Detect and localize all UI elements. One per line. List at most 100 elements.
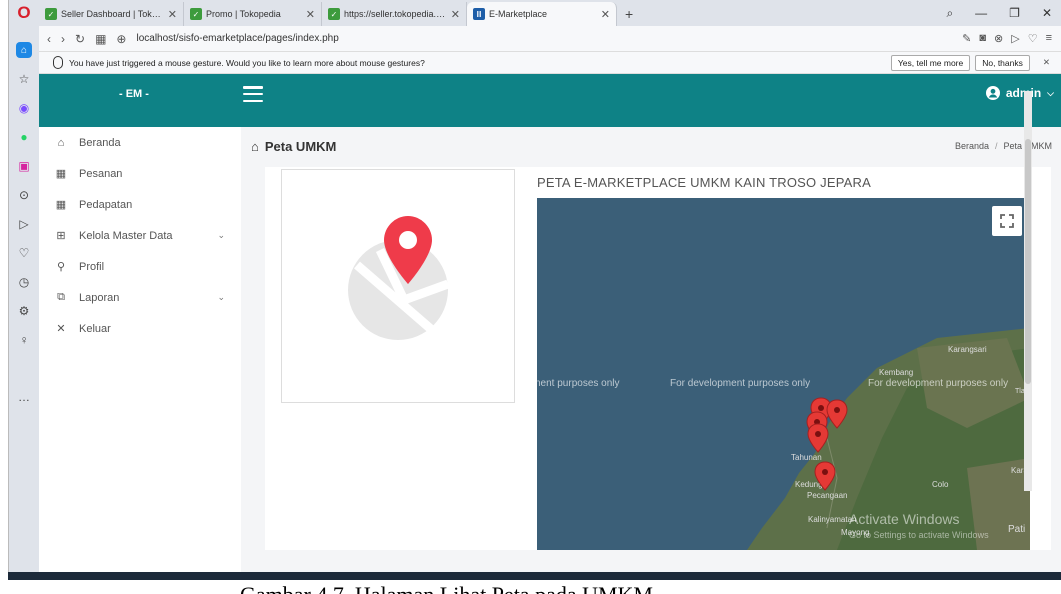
map-pin-icon (348, 216, 450, 340)
grid-icon: ▦ (55, 168, 67, 180)
star-icon[interactable]: ☆ (16, 71, 32, 87)
forward-icon[interactable]: › (61, 32, 65, 46)
window-controls: ⌕ — ❐ ✕ (946, 0, 1061, 26)
activate-windows-title: Activate Windows (849, 511, 960, 527)
tab-title: Seller Dashboard | Tokope (61, 9, 164, 19)
tab-title: https://seller.tokopedia.com (344, 9, 447, 19)
close-icon[interactable]: ✕ (1043, 57, 1050, 68)
breadcrumb-home-link[interactable]: Beranda (955, 141, 989, 151)
player-icon[interactable]: ⊙ (16, 187, 32, 203)
sidebar-item-label: Keluar (79, 322, 111, 335)
user-menu[interactable]: admin ⌵ (985, 86, 1054, 100)
restore-icon[interactable]: ❐ (1009, 6, 1020, 20)
heart-icon[interactable]: ♡ (16, 245, 32, 261)
edit-icon[interactable]: ✎ (962, 32, 971, 45)
user-icon: ⚲ (56, 261, 66, 273)
copy-icon: ⧉ (57, 291, 65, 303)
tab-emarketplace[interactable]: Ⅲ E-Marketplace ✕ (467, 2, 617, 26)
browser-window: O ✓ Seller Dashboard | Tokope ✕ ✓ Promo … (8, 0, 1061, 580)
chevron-down-icon: ⌵ (1047, 87, 1054, 98)
speed-dial-icon[interactable]: ▦ (95, 32, 106, 46)
brand-logo[interactable]: - EM - (119, 88, 149, 100)
send-icon[interactable]: ▷ (16, 216, 32, 232)
chevron-down-icon: ⌄ (217, 230, 225, 240)
heart-icon[interactable]: ♡ (1028, 32, 1038, 45)
caption-text: Gambar 4.7. Halaman Lihat Peta pada UMKM (240, 582, 653, 594)
page-title: ⌂ Peta UMKM (251, 139, 336, 154)
close-tab-icon[interactable]: ✕ (168, 8, 177, 21)
sidebar-item-profil[interactable]: ⚲ Profil (39, 251, 241, 282)
google-map[interactable]: nent purposes only For development purpo… (537, 198, 1030, 550)
tab-seller-url[interactable]: ✓ https://seller.tokopedia.com ✕ (322, 2, 467, 26)
more-icon[interactable]: … (16, 389, 32, 405)
close-icon: ✕ (56, 323, 66, 335)
sidebar-item-keluar[interactable]: ✕ Keluar (39, 313, 241, 344)
instagram-icon[interactable]: ▣ (16, 158, 32, 174)
sidebar-item-label: Pesanan (79, 167, 123, 180)
home-icon: ⌂ (57, 136, 65, 149)
breadcrumb: Beranda / Peta UMKM (954, 141, 1052, 151)
back-icon[interactable]: ‹ (47, 32, 51, 46)
page-title-text: Peta UMKM (264, 138, 337, 154)
mouse-icon (53, 56, 63, 69)
fullscreen-icon (1000, 214, 1014, 228)
new-tab-button[interactable]: + (617, 2, 641, 26)
table-icon: ⊞ (56, 230, 66, 242)
tokopedia-icon: ✓ (190, 8, 202, 20)
content-card: PETA E-MARKETPLACE UMKM KAIN TROSO JEPAR… (265, 167, 1051, 550)
grid-icon: ▦ (55, 199, 67, 211)
tab-title: E-Marketplace (489, 9, 548, 19)
map-placeholder-image (281, 169, 515, 403)
close-tab-icon[interactable]: ✕ (451, 8, 460, 21)
top-navbar: - EM - admin ⌵ (39, 74, 1061, 127)
sidebar-item-label: Kelola Master Data (79, 229, 173, 242)
hamburger-menu-button[interactable] (243, 86, 263, 102)
sidebar-item-label: Profil (79, 260, 105, 273)
close-tab-icon[interactable]: ✕ (601, 8, 610, 21)
home-icon[interactable]: ⌂ (16, 42, 32, 58)
sidebar-item-laporan[interactable]: ⧉ Laporan ⌄ (39, 282, 241, 313)
history-icon[interactable]: ◷ (16, 274, 32, 290)
send-icon[interactable]: ▷ (1011, 32, 1019, 45)
chevron-down-icon: ⌄ (217, 292, 225, 302)
map-marker-icon[interactable] (814, 461, 836, 491)
settings-icon[interactable]: ⚙ (16, 303, 32, 319)
lightbulb-icon[interactable]: ♀ (16, 332, 32, 348)
sidebar-item-pesanan[interactable]: ▦ Pesanan (39, 158, 241, 189)
tab-promo[interactable]: ✓ Promo | Tokopedia ✕ (184, 2, 322, 26)
block-icon[interactable]: ⊗ (994, 32, 1003, 45)
reload-icon[interactable]: ↻ (75, 32, 85, 46)
address-bar-actions: ✎ ◙ ⊗ ▷ ♡ ≡ (962, 32, 1061, 45)
gesture-notification-bar: You have just triggered a mouse gesture.… (39, 52, 1061, 74)
app-page: - EM - admin ⌵ ⌂ Beranda ▦ Pesanan ▦ Pedapa… (39, 74, 1061, 580)
url-input[interactable]: localhost/sisfo-emarketplace/pages/index… (136, 33, 338, 44)
address-bar: ‹ › ↻ ▦ ⊕ localhost/sisfo-emarketplace/p… (39, 26, 1061, 52)
map-marker-icon[interactable] (807, 423, 829, 453)
gesture-yes-button[interactable]: Yes, tell me more (890, 54, 971, 71)
whatsapp-icon[interactable]: ● (16, 129, 32, 145)
tab-bar: O ✓ Seller Dashboard | Tokope ✕ ✓ Promo … (9, 0, 1061, 26)
menu-icon[interactable]: ≡ (1046, 32, 1052, 45)
tokopedia-icon: ✓ (328, 8, 340, 20)
gesture-no-button[interactable]: No, thanks (975, 54, 1030, 71)
globe-icon: ⊕ (116, 31, 127, 46)
page-scrollbar[interactable] (1024, 91, 1032, 491)
tokopedia-icon: ✓ (45, 8, 57, 20)
sidebar-item-label: Beranda (79, 136, 121, 149)
fullscreen-button[interactable] (992, 206, 1022, 236)
gesture-message: You have just triggered a mouse gesture.… (69, 57, 425, 68)
close-tab-icon[interactable]: ✕ (306, 8, 315, 21)
sidebar-item-beranda[interactable]: ⌂ Beranda (39, 127, 241, 158)
minimize-icon[interactable]: — (975, 6, 987, 20)
map-marker-icon[interactable] (826, 399, 848, 429)
opera-logo-icon[interactable]: O (9, 0, 39, 26)
opera-sidebar: ⌂ ☆ ◉ ● ▣ ⊙ ▷ ♡ ◷ ⚙ ♀ … (9, 26, 39, 580)
sidebar-item-pedapatan[interactable]: ▦ Pedapatan (39, 189, 241, 220)
messenger-icon[interactable]: ◉ (16, 100, 32, 116)
search-icon[interactable]: ⌕ (946, 6, 953, 21)
close-window-icon[interactable]: ✕ (1042, 6, 1052, 20)
tab-seller-dashboard[interactable]: ✓ Seller Dashboard | Tokope ✕ (39, 2, 184, 26)
camera-icon[interactable]: ◙ (979, 32, 986, 45)
sidebar-item-kelola-master-data[interactable]: ⊞ Kelola Master Data ⌄ (39, 220, 241, 251)
activate-windows-subtitle: Go to Settings to activate Windows (849, 530, 989, 540)
